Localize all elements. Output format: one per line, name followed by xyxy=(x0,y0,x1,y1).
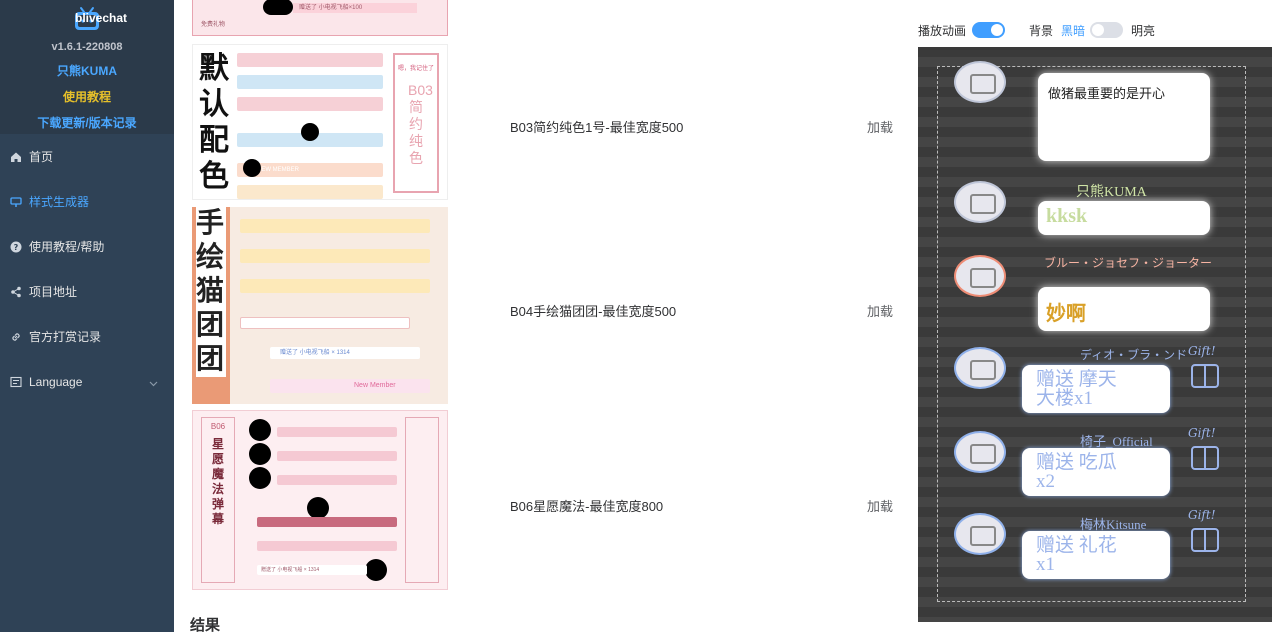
svg-text:Gift!: Gift! xyxy=(1188,426,1216,440)
avatar xyxy=(954,431,1006,473)
template-row: 默认配色 NEW MEMBER 嗯，我记住了 B03简约纯色 B03简约纯色1号… xyxy=(174,44,918,200)
sidebar-item-help[interactable]: ? 使用教程/帮助 xyxy=(0,224,174,269)
avatar xyxy=(954,181,1006,223)
chat-author-name: 只熊KUMA xyxy=(1076,185,1147,200)
language-icon xyxy=(10,376,22,388)
thumb-badge: New Member xyxy=(270,379,430,393)
sidebar-item-style-generator[interactable]: 样式生成器 xyxy=(0,179,174,224)
background-toggle[interactable] xyxy=(1090,22,1123,38)
sidebar-item-gift-records[interactable]: 官方打赏记录 xyxy=(0,314,174,359)
chat-bubble: 妙啊 xyxy=(1038,287,1210,331)
template-name: B04手绘猫团团-最佳宽度500 xyxy=(510,304,677,319)
sidebar-item-label: 首页 xyxy=(29,150,54,164)
brand-block: blivechat v1.6.1-220808 只熊KUMA 使用教程 下载更新… xyxy=(0,0,174,134)
gift-icon: Gift! xyxy=(1188,426,1219,470)
main-content: 赠送了 小电视飞船×100 免费礼物 默认配色 NEW MEMBER 嗯，我记住… xyxy=(174,0,918,632)
template-thumbnail-partial[interactable]: 赠送了 小电视飞船×100 免费礼物 xyxy=(192,0,448,36)
dark-label: 黑暗 xyxy=(1061,24,1086,38)
sidebar-item-label: 官方打赏记录 xyxy=(29,330,102,344)
avatar xyxy=(954,513,1006,555)
animation-toggle[interactable] xyxy=(972,22,1005,38)
download-link[interactable]: 下载更新/版本记录 xyxy=(0,114,174,131)
template-name: B03简约纯色1号-最佳宽度500 xyxy=(510,120,684,135)
load-button[interactable]: 加载 xyxy=(867,496,893,515)
template-row: B06 星愿魔法弹幕 赠送了 小电视飞船 × 1314 B06星愿魔法-最佳宽度… xyxy=(174,410,918,590)
thumb-gift-text: 赠送了 小电视飞船 × 1314 xyxy=(270,347,420,359)
animation-label: 播放动画 xyxy=(918,24,967,38)
avatar xyxy=(954,347,1006,389)
help-link[interactable]: 使用教程 xyxy=(0,88,174,105)
chat-bubble: kksk xyxy=(1038,201,1210,235)
load-button[interactable]: 加载 xyxy=(867,117,893,136)
thumb-line: 赠送了 小电视飞船×100 xyxy=(293,3,417,13)
thumb-side-text: 星愿魔法弹幕 xyxy=(211,437,224,526)
thumb-big-text: 手绘猫团团 xyxy=(196,207,226,377)
chat-bubble: 做猪最重要的是开心 xyxy=(1038,73,1210,161)
template-thumbnail[interactable]: B06 星愿魔法弹幕 赠送了 小电视飞船 × 1314 xyxy=(192,410,448,590)
svg-text:Gift!: Gift! xyxy=(1188,508,1216,522)
chat-message-text: kksk xyxy=(1046,205,1088,227)
thumb-side-panel: B06 星愿魔法弹幕 xyxy=(201,417,235,583)
template-name: B06星愿魔法-最佳宽度800 xyxy=(510,499,664,514)
style-preview: 做猪最重要的是开心 只熊KUMA kksk ブルー・ジョセフ・ジョーター 妙啊 … xyxy=(918,47,1272,622)
sidebar-item-language[interactable]: Language xyxy=(0,359,174,404)
thumb-corner-text: B06 xyxy=(210,422,226,431)
question-icon: ? xyxy=(10,241,22,253)
thumb-big-text-content: 默认配色 xyxy=(199,52,229,193)
sidebar-item-home[interactable]: 首页 xyxy=(0,134,174,179)
thumb-line: 免费礼物 xyxy=(201,22,226,28)
toggle-knob xyxy=(1092,24,1104,36)
gift-icon: Gift! xyxy=(1188,508,1219,552)
result-heading: 结果 xyxy=(190,617,221,632)
link-icon xyxy=(10,331,22,343)
template-row: 手绘猫团团 赠送了 小电视飞船 × 1314 New Member B04手绘猫… xyxy=(174,207,918,404)
thumb-side-panel: 嗯，我记住了 B03简约纯色 xyxy=(393,53,439,193)
avatar xyxy=(954,255,1006,297)
bright-label: 明亮 xyxy=(1131,24,1156,38)
gift-message-text: 赠送 吃瓜x2 xyxy=(1036,452,1117,492)
sidebar-item-label: 样式生成器 xyxy=(29,195,90,209)
thumb-stamp: 嗯，我记住了 xyxy=(397,66,434,72)
gift-bubble: 赠送 吃瓜x2 xyxy=(1022,448,1170,496)
app-name: blivechat xyxy=(75,11,128,25)
sidebar-item-label: Language xyxy=(29,374,83,389)
svg-text:?: ? xyxy=(14,243,19,252)
toggle-knob xyxy=(991,24,1003,36)
sidebar: blivechat v1.6.1-220808 只熊KUMA 使用教程 下载更新… xyxy=(0,0,174,632)
app-version: v1.6.1-220808 xyxy=(51,41,123,53)
thumb-big-text: 默认配色 xyxy=(199,51,233,195)
thumb-side-text: B03简约纯色 xyxy=(408,82,433,166)
share-icon xyxy=(10,286,22,298)
background-label: 背景 xyxy=(1029,24,1054,38)
chat-message-text: 做猪最重要的是开心 xyxy=(1048,86,1166,101)
chat-author-name: ディオ・ブラ・ンド xyxy=(1080,348,1188,362)
brush-icon xyxy=(10,196,22,208)
avatar xyxy=(263,0,293,15)
home-icon xyxy=(10,151,22,163)
sidebar-item-label: 项目地址 xyxy=(29,285,78,299)
thumb-gift-text: 赠送了 小电视飞船 × 1314 xyxy=(257,565,367,575)
chevron-down-icon xyxy=(149,376,158,390)
gift-message-text: 赠送 摩天大楼x1 xyxy=(1036,369,1117,409)
preview-controls: 播放动画 背景 黑暗 明亮 xyxy=(918,18,1272,42)
gift-icon: Gift! xyxy=(1188,344,1219,388)
avatar xyxy=(954,61,1006,103)
author-link[interactable]: 只熊KUMA xyxy=(0,62,174,79)
sidebar-menu: 首页 样式生成器 ? 使用教程/帮助 项目地址 官方打赏记录 Language xyxy=(0,134,174,404)
chat-author-name: ブルー・ジョセフ・ジョーター xyxy=(1044,256,1213,270)
chat-message-text: 妙啊 xyxy=(1046,303,1086,325)
sidebar-item-label: 使用教程/帮助 xyxy=(29,240,105,254)
template-thumbnail[interactable]: 默认配色 NEW MEMBER 嗯，我记住了 B03简约纯色 xyxy=(192,44,448,200)
gift-message-text: 赠送 礼花x1 xyxy=(1036,535,1117,575)
gift-bubble: 赠送 摩天大楼x1 xyxy=(1022,365,1170,413)
sidebar-item-project[interactable]: 项目地址 xyxy=(0,269,174,314)
load-button[interactable]: 加载 xyxy=(867,301,893,320)
gift-bubble: 赠送 礼花x1 xyxy=(1022,531,1170,579)
svg-text:Gift!: Gift! xyxy=(1188,344,1216,358)
template-thumbnail[interactable]: 手绘猫团团 赠送了 小电视飞船 × 1314 New Member xyxy=(192,207,448,404)
